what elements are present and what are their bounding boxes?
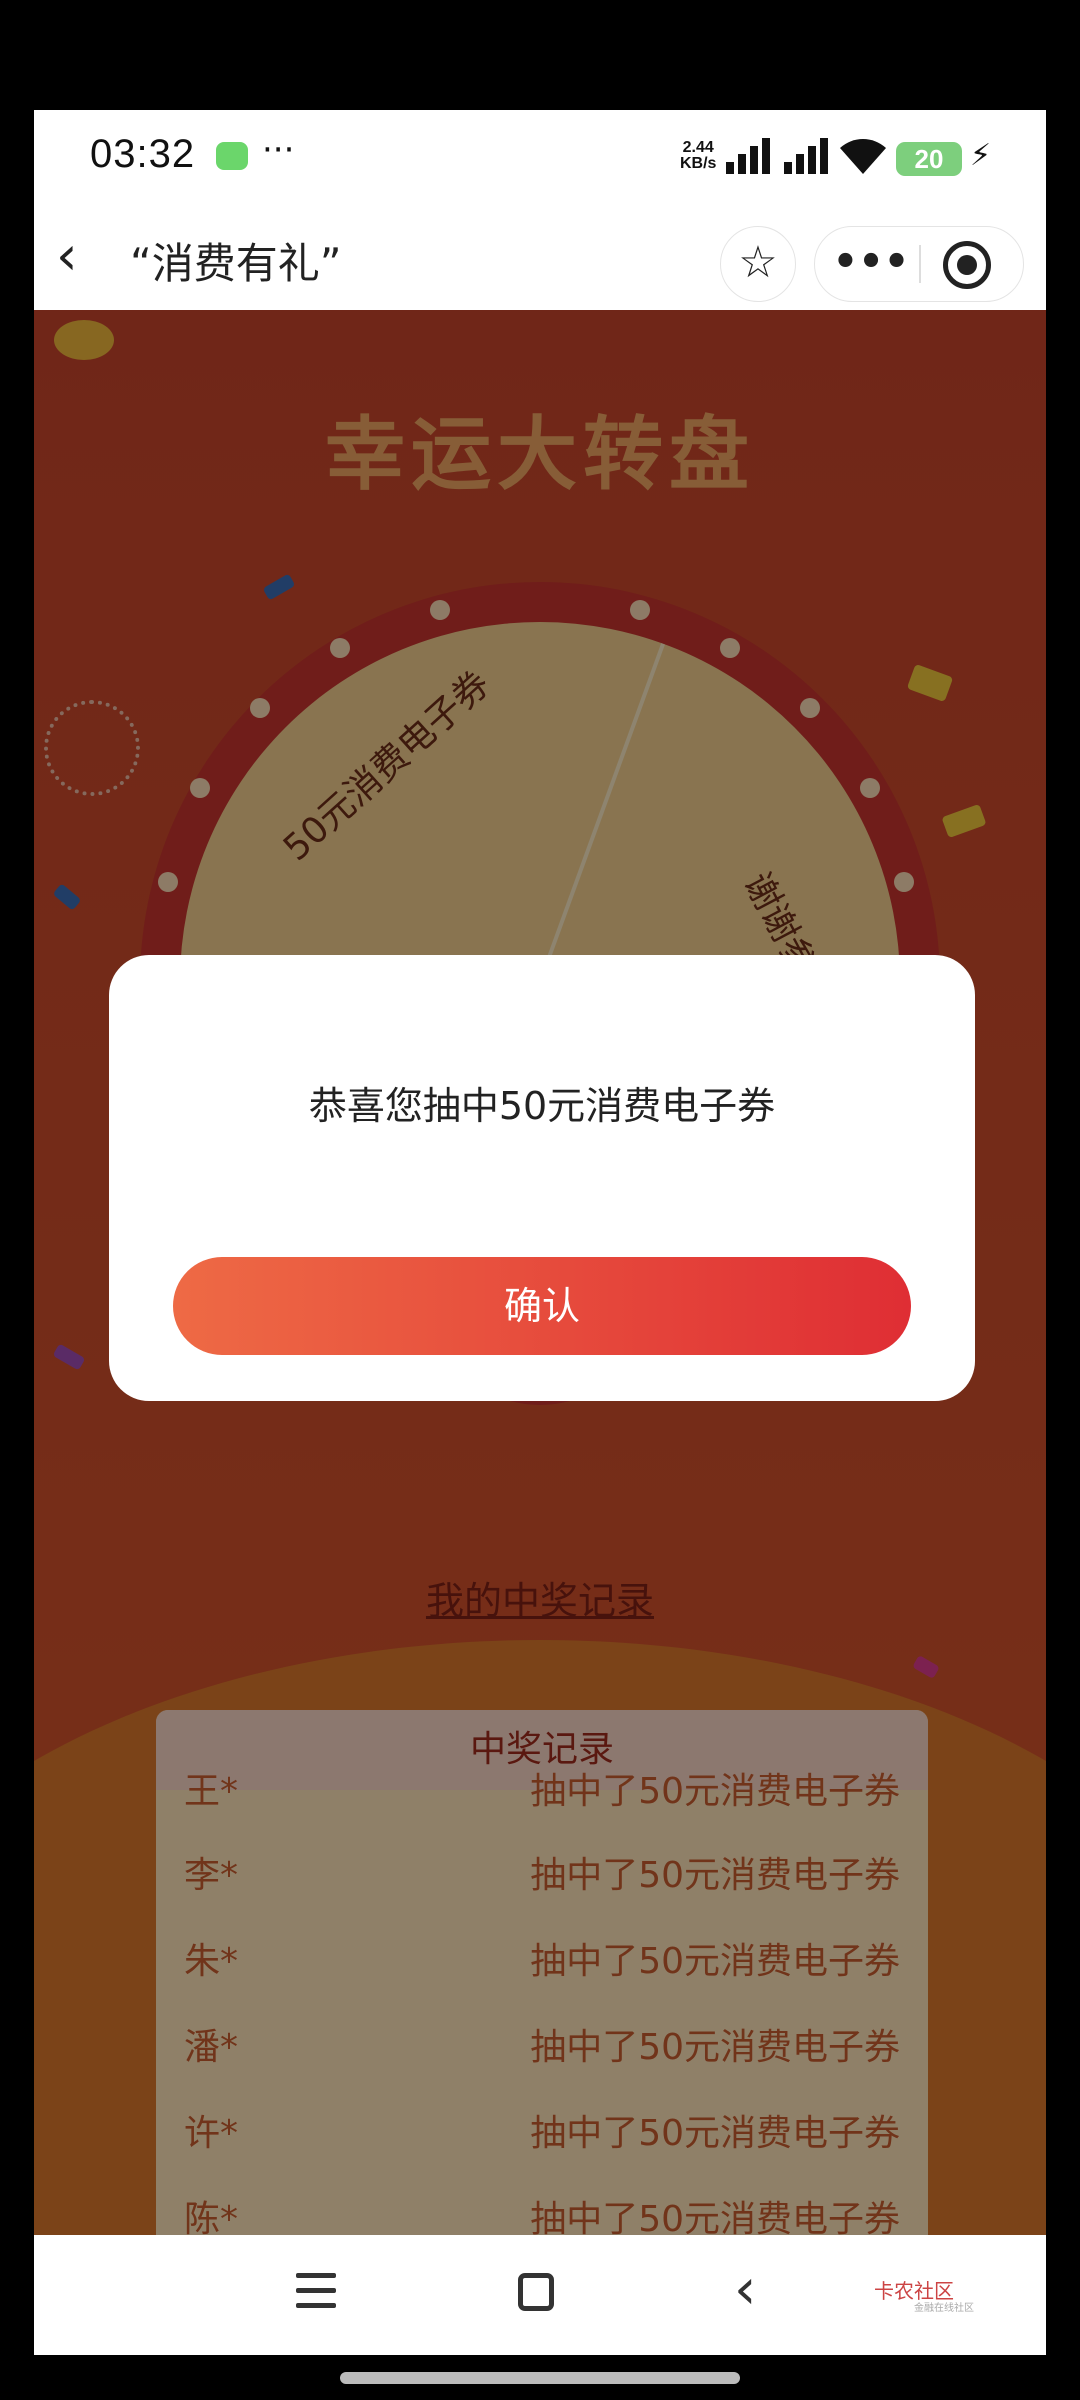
gesture-bar[interactable] [340,2372,740,2384]
back-nav-icon[interactable]: ‹ [734,2257,756,2322]
message-notification-icon [216,142,248,170]
mini-program-nav-bar: ‹ “消费有礼” ☆ ••• [34,200,1046,310]
app-frame: 03:32 ··· 2.44 KB/s 20 ⚡ ‹ “消费有礼” ☆ ••• [34,110,1046,2355]
capsule-menu: ••• [814,226,1024,302]
wifi-icon [840,139,886,174]
battery-icon: 20 [896,142,962,176]
page-title: “消费有礼” [130,239,342,288]
more-notifications-icon: ··· [262,130,295,170]
charging-icon: ⚡ [970,138,992,173]
network-speed: 2.44 KB/s [680,140,716,172]
close-miniprogram-icon[interactable] [943,241,991,289]
recent-apps-icon[interactable] [296,2273,336,2309]
prize-dialog: 恭喜您抽中50元消费电子券 确认 [109,955,975,1401]
confirm-button[interactable]: 确认 [173,1257,911,1355]
watermark-sub: 金融在线社区 [914,2303,974,2314]
back-button[interactable]: ‹ [56,226,112,286]
capsule-divider [919,245,921,283]
network-speed-value: 2.44 [682,139,714,156]
clock: 03:32 [90,132,196,176]
home-icon[interactable] [518,2273,554,2311]
network-speed-unit: KB/s [680,155,717,172]
system-navigation-bar: ‹ 卡农社区 金融在线社区 [34,2235,1046,2355]
more-options-button[interactable]: ••• [829,227,913,303]
signal-icon [784,138,828,174]
status-bar: 03:32 ··· 2.44 KB/s 20 ⚡ [34,110,1046,200]
signal-icon [726,138,770,174]
favorite-star-button[interactable]: ☆ [720,226,796,302]
dialog-message: 恭喜您抽中50元消费电子券 [308,1084,776,1128]
